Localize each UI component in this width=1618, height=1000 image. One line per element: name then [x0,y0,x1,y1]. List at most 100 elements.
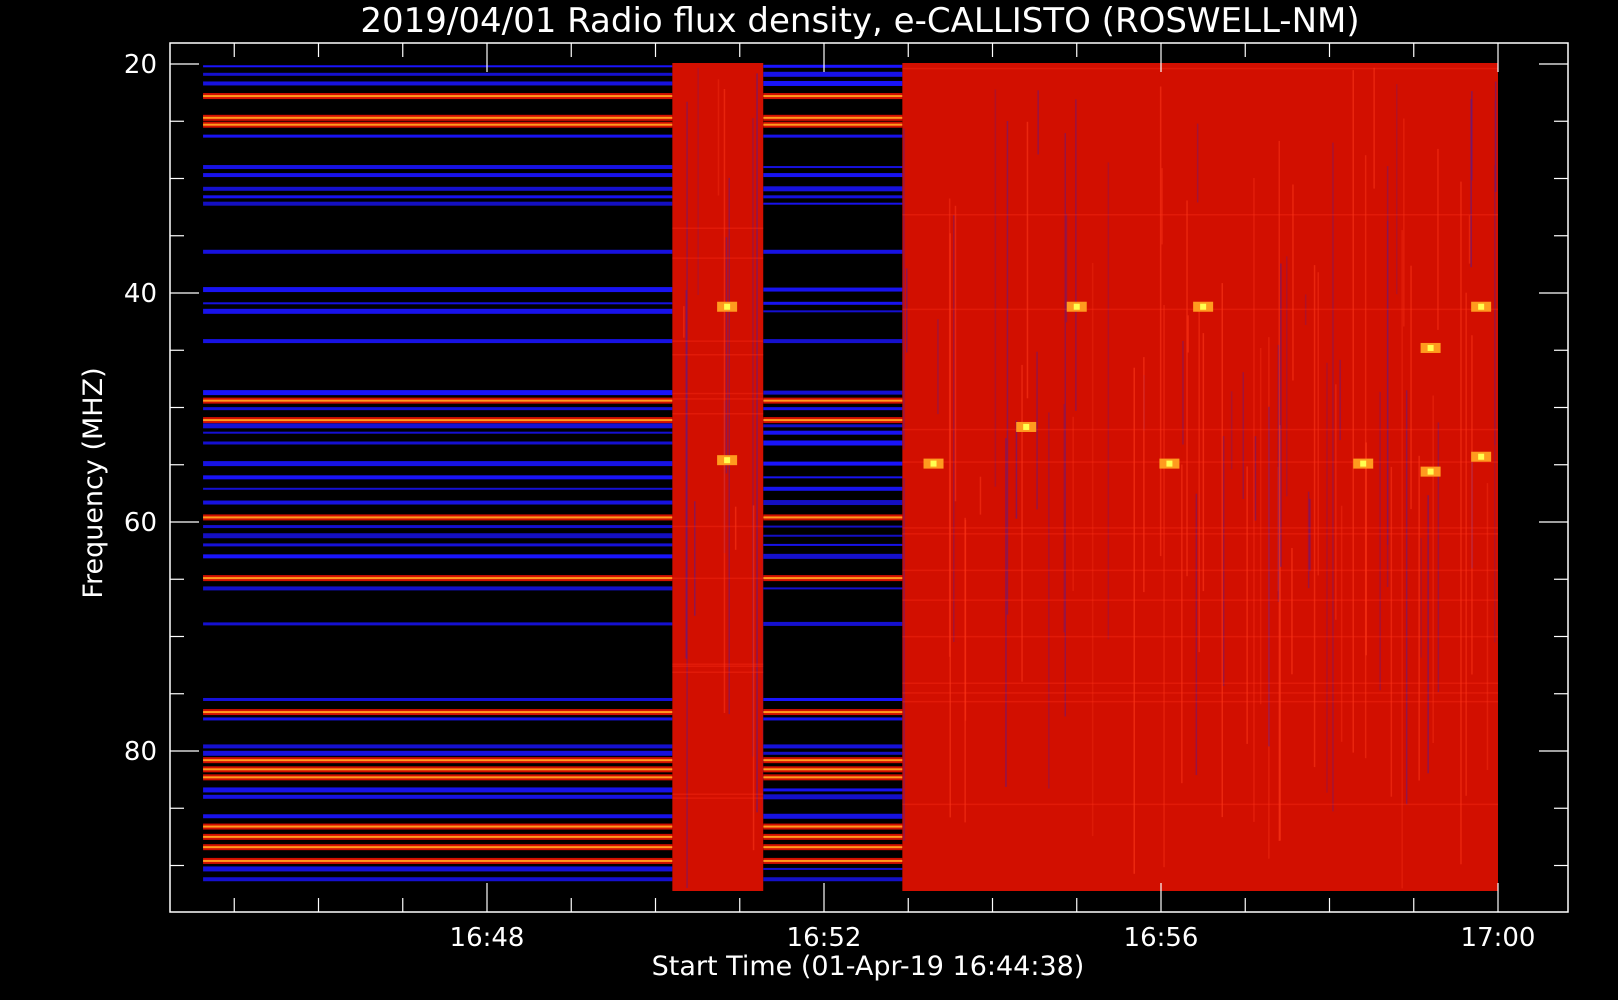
blue-band [763,867,903,870]
texture-streak [1026,121,1029,399]
blue-band [203,717,673,721]
bright-band-core [203,116,673,119]
blue-band [203,390,673,396]
bright-band-core [203,768,673,771]
texture-streak [1021,364,1023,682]
texture-streak [1036,351,1038,510]
blue-band [763,534,903,537]
texture-streak [994,89,997,487]
texture-streak [1486,483,1489,770]
texture-streak [1410,265,1412,510]
texture-streak [1379,391,1381,691]
blue-band [763,751,903,755]
spectrogram-chart: 2019/04/01 Radio flux density, e-CALLIST… [78,1,1569,982]
texture-line [672,413,764,415]
bright-band-core [763,123,903,126]
hot-spot-core [1478,303,1485,310]
texture-streak [683,306,685,338]
texture-streak [1401,230,1403,889]
blue-band [763,461,903,466]
texture-line [672,671,764,673]
blue-band [763,430,903,435]
blue-band [203,586,673,591]
bright-band-core [203,577,673,580]
bright-band-core [203,516,673,519]
texture-streak [1418,455,1420,781]
blue-band [763,717,903,721]
texture-streak [697,68,699,295]
texture-streak [1015,420,1018,519]
blue-band [763,407,903,411]
texture-streak [949,233,951,818]
blue-band [763,249,903,254]
y-tick-label: 20 [124,50,157,80]
texture-streak [1405,390,1408,805]
texture-line [672,577,764,580]
bright-band-core [203,123,673,126]
bright-band-core [763,711,903,714]
blue-band [763,621,903,626]
blue-band [763,301,903,305]
blue-band [763,697,903,701]
blue-band [203,533,673,539]
blue-band [203,441,673,445]
blue-band [763,476,903,479]
chart-title: 2019/04/01 Radio flux density, e-CALLIST… [360,1,1359,41]
blue-band [763,794,903,800]
blue-band [763,166,903,169]
texture-streak [1259,348,1262,705]
texture-line [672,797,764,799]
texture-streak [1254,436,1257,521]
blue-band [763,553,903,559]
texture-streak [1317,272,1319,576]
texture-line [902,67,1498,70]
hot-spot-core [1073,303,1080,310]
texture-streak [1313,265,1316,768]
x-tick-label: 17:00 [1461,923,1536,953]
blue-band [203,308,673,314]
texture-streak [964,519,967,721]
blue-band [763,80,903,86]
hot-spot-core [724,457,731,464]
texture-line [902,692,1498,694]
bright-band-core [763,859,903,862]
hot-spot-core [1023,423,1030,430]
blue-band [203,543,673,547]
blue-band [763,525,903,528]
segment-fill [902,63,1498,891]
texture-streak [1222,436,1225,686]
hot-spot-core [1427,344,1434,351]
texture-line [672,398,764,400]
texture-streak [1471,335,1473,675]
y-tick-label: 40 [124,279,157,309]
hot-spot-core [1200,303,1207,310]
blue-band [203,866,673,872]
bright-band-core [763,577,903,580]
blue-band [203,339,673,344]
hot-spot-core [1478,453,1485,460]
blue-band [203,475,673,480]
blue-band [203,134,673,138]
texture-streak [1107,162,1110,640]
texture-streak [1133,367,1135,874]
texture-streak [1437,148,1439,330]
blue-band [203,72,673,76]
texture-streak [1181,464,1183,784]
texture-streak [1468,215,1471,264]
blue-band [203,500,673,505]
texture-line [672,257,764,259]
blue-band [763,788,903,792]
bright-band-core [203,759,673,762]
texture-streak [756,73,758,813]
texture-streak [979,476,982,515]
texture-streak [1332,142,1334,812]
hot-spot-core [930,460,937,467]
texture-streak [1268,406,1270,747]
bright-band-core [763,825,903,828]
texture-line [902,682,1498,684]
blue-band [203,431,673,434]
texture-streak [1005,438,1007,787]
bright-band-core [763,95,903,98]
texture-line [902,599,1498,601]
blue-band [763,440,903,446]
